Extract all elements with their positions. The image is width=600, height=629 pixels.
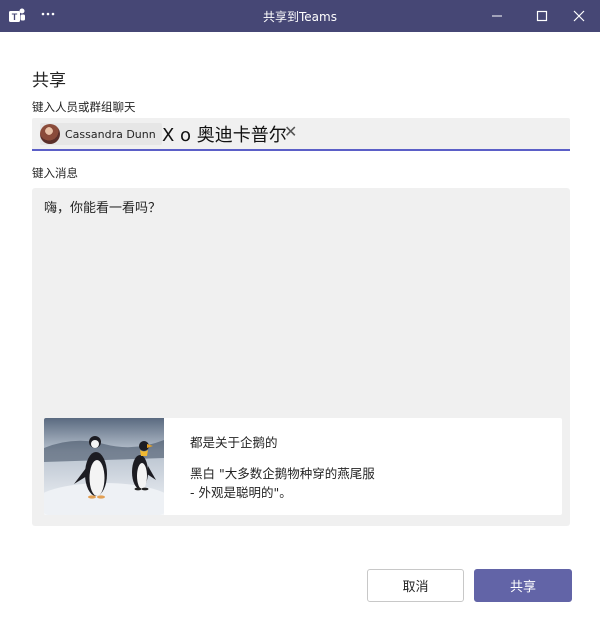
avatar: [40, 124, 60, 144]
card-title: 都是关于企鹅的: [190, 435, 278, 450]
people-picker-input[interactable]: Cassandra Dunn X o 奥迪卡普尔 ✕: [32, 118, 570, 151]
typed-query[interactable]: X o 奥迪卡普尔: [162, 121, 287, 147]
minimize-button[interactable]: [474, 0, 520, 32]
recipient-chip[interactable]: Cassandra Dunn: [40, 123, 162, 145]
message-field-label: 键入消息: [32, 166, 78, 180]
share-button[interactable]: 共享: [474, 569, 572, 602]
recipient-name: Cassandra Dunn: [65, 127, 156, 141]
link-preview-card: 都是关于企鹅的 黑白 "大多数企鹅物种穿的燕尾服 - 外观是聪明的"。: [44, 418, 562, 515]
close-button[interactable]: [556, 0, 600, 32]
message-textarea[interactable]: 嗨，你能看一看吗？ 都是关于企鹅的 黑白 "大多数企鹅物种穿的燕尾服 - 外观是…: [32, 188, 570, 526]
clear-icon[interactable]: ✕: [284, 122, 297, 141]
maximize-icon: [536, 10, 548, 22]
people-field-label: 键入人员或群组聊天: [32, 100, 136, 114]
cancel-button[interactable]: 取消: [367, 569, 464, 602]
penguins-image: [44, 418, 164, 515]
message-text[interactable]: 嗨，你能看一看吗？: [44, 197, 161, 216]
minimize-icon: [492, 15, 502, 17]
card-description: 黑白 "大多数企鹅物种穿的燕尾服 - 外观是聪明的"。: [190, 466, 375, 500]
title-bar: T 共享到Teams: [0, 0, 600, 32]
close-icon: [573, 10, 585, 22]
dialog-heading: 共享: [32, 71, 66, 91]
